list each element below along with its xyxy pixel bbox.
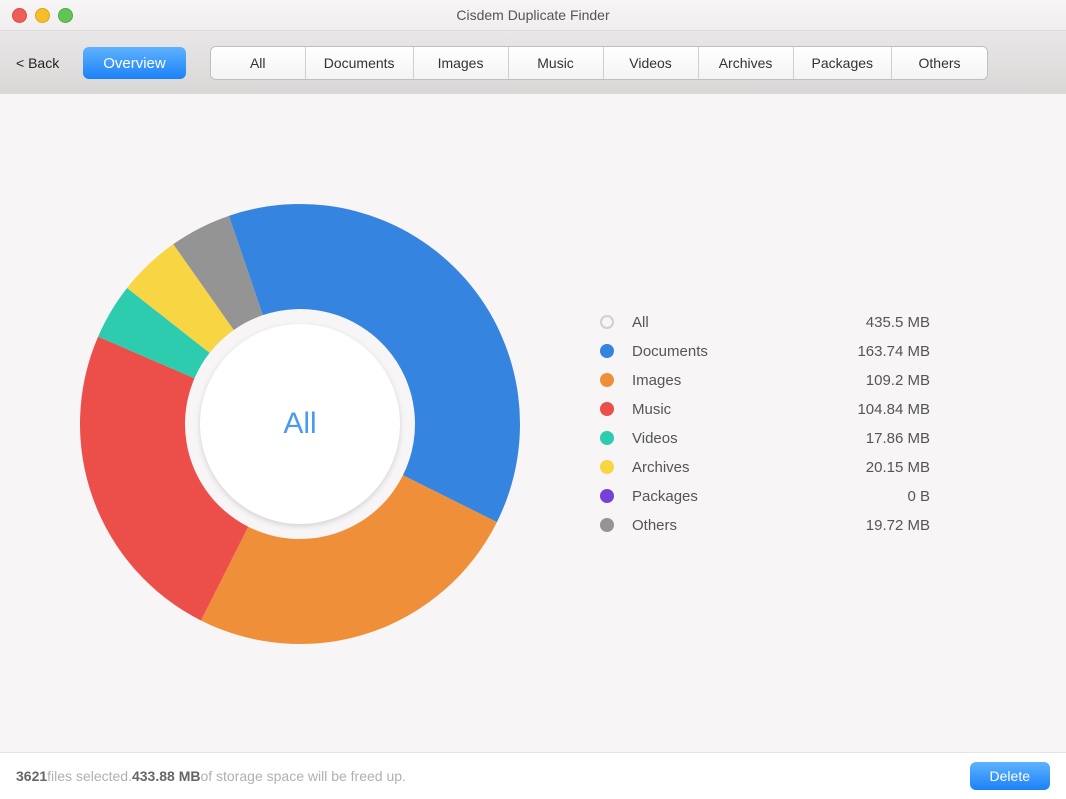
window-title: Cisdem Duplicate Finder	[0, 7, 1066, 23]
legend-dot-icon	[600, 315, 614, 329]
selected-size: 433.88 MB	[132, 768, 200, 784]
legend-dot-icon	[600, 373, 614, 387]
legend-dot-icon	[600, 518, 614, 532]
tab-music[interactable]: Music	[509, 47, 604, 79]
legend-size: 109.2 MB	[830, 372, 930, 389]
legend-name: Videos	[632, 430, 830, 447]
donut-center-label: All	[200, 324, 400, 524]
tab-documents[interactable]: Documents	[306, 47, 414, 79]
status-bar: 3621 files selected. 433.88 MB of storag…	[0, 752, 1066, 799]
legend-row[interactable]: Videos17.86 MB	[600, 430, 930, 447]
toolbar: < Back Overview All Documents Images Mus…	[0, 31, 1066, 96]
delete-button[interactable]: Delete	[970, 762, 1050, 790]
legend-size: 104.84 MB	[830, 401, 930, 418]
tab-others[interactable]: Others	[892, 47, 987, 79]
tab-videos[interactable]: Videos	[604, 47, 699, 79]
legend-name: All	[632, 314, 830, 331]
legend-name: Others	[632, 517, 830, 534]
status-text-1: files selected.	[47, 768, 132, 784]
legend-size: 17.86 MB	[830, 430, 930, 447]
legend-row[interactable]: All435.5 MB	[600, 314, 930, 331]
selected-count: 3621	[16, 768, 47, 784]
legend-name: Archives	[632, 459, 830, 476]
legend-dot-icon	[600, 460, 614, 474]
zoom-icon[interactable]	[58, 8, 73, 23]
minimize-icon[interactable]	[35, 8, 50, 23]
legend-dot-icon	[600, 344, 614, 358]
legend-size: 19.72 MB	[830, 517, 930, 534]
legend-size: 163.74 MB	[830, 343, 930, 360]
legend-dot-icon	[600, 489, 614, 503]
legend-row[interactable]: Packages0 B	[600, 488, 930, 505]
tab-all[interactable]: All	[211, 47, 306, 79]
donut-chart: All	[0, 194, 600, 654]
legend-row[interactable]: Others19.72 MB	[600, 517, 930, 534]
legend-row[interactable]: Documents163.74 MB	[600, 343, 930, 360]
legend-row[interactable]: Music104.84 MB	[600, 401, 930, 418]
legend-name: Images	[632, 372, 830, 389]
tab-images[interactable]: Images	[414, 47, 509, 79]
tab-packages[interactable]: Packages	[794, 47, 892, 79]
legend-size: 435.5 MB	[830, 314, 930, 331]
back-button[interactable]: < Back	[16, 55, 59, 71]
legend-dot-icon	[600, 431, 614, 445]
category-tabs: All Documents Images Music Videos Archiv…	[210, 46, 988, 80]
close-icon[interactable]	[12, 8, 27, 23]
tab-archives[interactable]: Archives	[699, 47, 794, 79]
legend-size: 20.15 MB	[830, 459, 930, 476]
status-text-2: of storage space will be freed up.	[200, 768, 405, 784]
legend-name: Packages	[632, 488, 830, 505]
overview-button[interactable]: Overview	[83, 47, 186, 79]
legend-row[interactable]: Images109.2 MB	[600, 372, 930, 389]
window-titlebar: Cisdem Duplicate Finder	[0, 0, 1066, 31]
legend-row[interactable]: Archives20.15 MB	[600, 459, 930, 476]
legend-dot-icon	[600, 402, 614, 416]
content-area: All All435.5 MBDocuments163.74 MBImages1…	[0, 94, 1066, 753]
traffic-lights	[12, 8, 73, 23]
legend-size: 0 B	[830, 488, 930, 505]
legend-name: Music	[632, 401, 830, 418]
legend: All435.5 MBDocuments163.74 MBImages109.2…	[600, 302, 930, 546]
legend-name: Documents	[632, 343, 830, 360]
